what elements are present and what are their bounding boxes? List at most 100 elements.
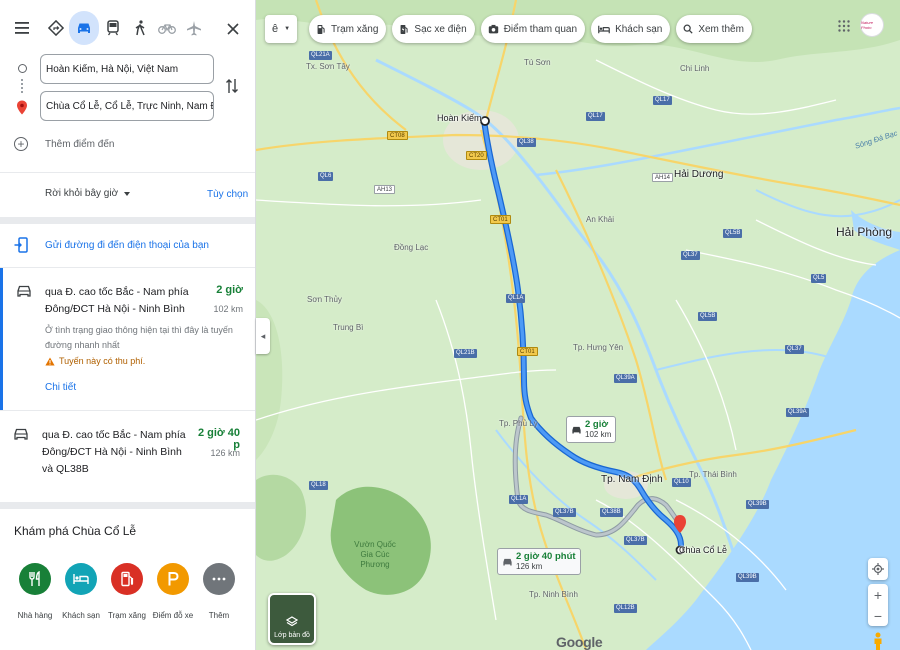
explore-label: Khách sạn	[62, 611, 100, 620]
warning-icon	[45, 357, 55, 365]
parking-icon	[157, 563, 189, 595]
route-option-2[interactable]: qua Đ. cao tốc Bắc - Nam phía Đông/ĐCT H…	[0, 410, 255, 502]
zoom-in-button[interactable]: +	[874, 584, 882, 605]
menu-button[interactable]	[8, 11, 36, 45]
add-destination-label: Thêm điểm đến	[45, 138, 115, 150]
map-chip-bar: ê ▼ Trạm xăng Sạc xe điện Điểm tham quan…	[265, 15, 758, 43]
road-shield: QL21B	[454, 349, 477, 358]
route-note: Ở tình trạng giao thông hiện tại thì đây…	[45, 325, 233, 350]
map-canvas[interactable]: Hoàn Kiếm Chùa Cổ Lễ Hải Phòng Hải Dương…	[256, 0, 900, 650]
road-shield: AH13	[374, 185, 396, 194]
road-shield: QL17	[586, 112, 605, 121]
send-to-phone-link[interactable]: Gửi đường đi đến điện thoại của bạn	[14, 237, 209, 253]
swap-icon[interactable]	[225, 77, 239, 95]
chip-see-more[interactable]: Xem thêm	[676, 15, 752, 43]
city-label: Tp. Phủ Lý	[499, 419, 538, 428]
ev-charger-icon	[399, 24, 409, 35]
explore-nearby: Nhà hàng Khách sạn Trạm xăng Điểm đỗ xe	[12, 563, 242, 620]
close-directions-button[interactable]	[222, 18, 244, 40]
route-details-link[interactable]: Chi tiết	[45, 382, 76, 393]
directions-panel: Hoàn Kiếm, Hà Nội, Việt Nam Chùa Cổ Lễ, …	[0, 0, 256, 650]
road-shield: QL5B	[723, 229, 743, 238]
road-shield: QL10	[672, 478, 691, 487]
road-shield: QL38	[517, 138, 536, 147]
chip-label: Điểm tham quan	[503, 23, 578, 35]
mode-bike-button[interactable]	[153, 11, 180, 45]
car-icon	[572, 426, 581, 433]
explore-restaurants-button[interactable]: Nhà hàng	[12, 563, 58, 620]
road-shield: CT01	[517, 347, 538, 356]
route-tip-duration: 2 giờ	[585, 419, 609, 430]
collapse-panel-button[interactable]: ◂	[256, 318, 270, 354]
explore-hotels-button[interactable]: Khách sạn	[58, 563, 104, 620]
options-link[interactable]: Tùy chọn	[207, 189, 248, 200]
directions-diamond-icon	[47, 20, 64, 36]
road-shield: QL5B	[698, 312, 718, 321]
layers-label: Lớp bản đồ	[274, 632, 310, 639]
menu-icon	[15, 22, 29, 34]
road-shield: CT08	[387, 131, 408, 140]
route-via: qua Đ. cao tốc Bắc - Nam phía Đông/ĐCT H…	[42, 429, 186, 475]
avatar[interactable]: Nature Photo	[860, 13, 884, 37]
town-label: Chi Linh	[680, 64, 710, 73]
travel-mode-bar	[0, 0, 255, 56]
chip-attractions[interactable]: Điểm tham quan	[480, 15, 586, 43]
destination-label[interactable]: Chùa Cổ Lễ	[679, 545, 727, 555]
explore-title: Khám phá Chùa Cổ Lễ	[14, 524, 137, 538]
my-location-button[interactable]	[868, 558, 888, 580]
explore-more-button[interactable]: Thêm	[196, 563, 242, 620]
layers-button[interactable]: Lớp bản đồ	[268, 593, 316, 645]
city-label: Hải Dương	[674, 169, 724, 180]
route-distance: 126 km	[210, 448, 240, 458]
explore-parking-button[interactable]: Điểm đỗ xe	[150, 563, 196, 620]
chip-hotels[interactable]: Khách sạn	[591, 15, 671, 43]
road-shield: QL21A	[309, 51, 332, 60]
chip-label: Khách sạn	[615, 23, 663, 35]
layers-icon	[286, 616, 298, 627]
road-shield: QL39A	[786, 408, 809, 417]
hotel-icon	[65, 563, 97, 595]
route-tip-distance: 102 km	[585, 430, 612, 439]
mode-walk-button[interactable]	[126, 11, 153, 45]
road-shield: QL39B	[746, 500, 769, 509]
restaurant-icon	[19, 563, 51, 595]
explore-label: Trạm xăng	[108, 611, 146, 620]
road-shield: QL6	[318, 172, 334, 181]
route-tip-main[interactable]: 2 giờ 102 km	[566, 416, 617, 443]
pegman-icon[interactable]	[872, 632, 884, 650]
toll-label: Tuyến này có thu phí.	[59, 356, 146, 366]
caret-down-icon	[124, 191, 131, 196]
apps-grid-icon[interactable]	[838, 20, 850, 32]
caret-down-icon: ▼	[284, 26, 291, 32]
explore-gas-button[interactable]: Trạm xăng	[104, 563, 150, 620]
road-shield: QL38B	[600, 508, 623, 517]
road-shield: QL37B	[553, 508, 576, 517]
depart-time-dropdown[interactable]: Rời khỏi bây giờ	[45, 188, 131, 199]
origin-label[interactable]: Hoàn Kiếm	[437, 113, 482, 123]
city-label: Tx. Sơn Tây	[306, 62, 350, 71]
town-label: Sơn Thủy	[307, 295, 342, 304]
destination-input[interactable]: Chùa Cổ Lễ, Cổ Lễ, Trực Ninh, Nam Định	[40, 91, 214, 121]
route-tip-distance: 126 km	[516, 562, 543, 571]
add-destination-button[interactable]: + Thêm điểm đến	[14, 137, 114, 151]
zoom-out-button[interactable]: −	[874, 605, 882, 626]
chip-ev-charging[interactable]: Sạc xe điện	[392, 15, 475, 43]
route-option-1[interactable]: qua Đ. cao tốc Bắc - Nam phía Đông/ĐCT H…	[0, 268, 255, 410]
chip-expand-button[interactable]: ê ▼	[265, 15, 297, 43]
mode-flight-button[interactable]	[180, 11, 207, 45]
chip-gas-stations[interactable]: Trạm xăng	[309, 15, 387, 43]
town-label: Trung Bì	[333, 323, 364, 332]
city-label: Tp. Thái Bình	[689, 470, 737, 479]
origin-input[interactable]: Hoàn Kiếm, Hà Nội, Việt Nam	[40, 54, 214, 84]
mode-best-button[interactable]	[42, 11, 69, 45]
road-shield: QL1A	[509, 495, 529, 504]
bicycle-icon	[157, 24, 176, 34]
route-tip-alt[interactable]: 2 giờ 40 phút 126 km	[497, 548, 581, 575]
road-shield: QL39B	[736, 573, 759, 582]
hotel-icon	[598, 25, 610, 34]
car-icon	[14, 428, 28, 440]
road-shield: QL37B	[624, 536, 647, 545]
add-icon: +	[14, 137, 28, 151]
mode-transit-button[interactable]	[99, 11, 126, 45]
mode-car-button[interactable]	[69, 11, 99, 45]
